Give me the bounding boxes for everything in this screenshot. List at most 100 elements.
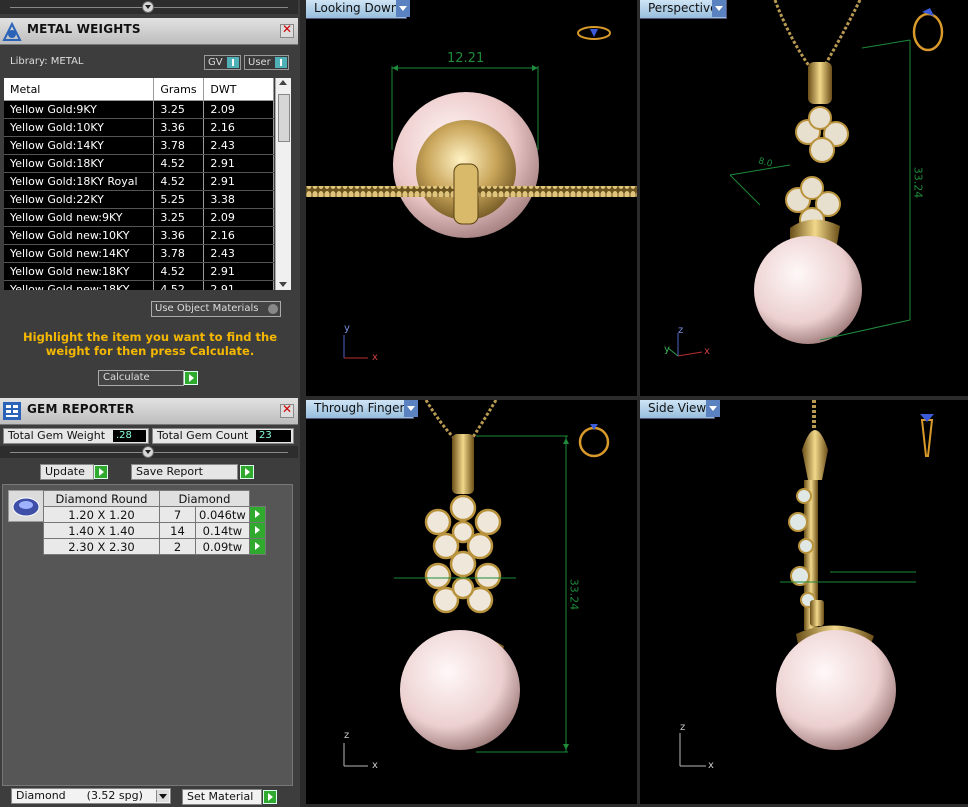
- gem-size: 1.40 X 1.40: [43, 522, 160, 539]
- gem-count: 7: [159, 506, 196, 523]
- axis-x-label: x: [704, 346, 710, 357]
- metal-grams: 3.78: [153, 244, 205, 263]
- metals-table-header: Metal Grams DWT: [4, 78, 274, 101]
- gem-size: 1.20 X 1.20: [43, 506, 160, 523]
- gem-row-go-button[interactable]: [248, 506, 266, 523]
- scroll-down-icon[interactable]: [279, 282, 287, 287]
- update-button[interactable]: [94, 465, 108, 479]
- gem-thumbnail[interactable]: [8, 490, 44, 522]
- metal-grams: 3.36: [153, 226, 205, 245]
- metal-dwt: 2.91: [203, 172, 274, 191]
- radio-icon: [268, 304, 278, 314]
- metal-dwt: 2.91: [203, 280, 274, 290]
- dimension-label: 33.24: [567, 578, 581, 611]
- column-header-metal[interactable]: Metal: [4, 78, 155, 101]
- viewport-menu-arrow[interactable]: [712, 0, 726, 17]
- user-label: User: [248, 57, 271, 68]
- dimension-label: 33.24: [911, 166, 925, 199]
- viewport-tab-side-view[interactable]: Side View: [640, 400, 716, 419]
- scroll-thumb[interactable]: [278, 94, 290, 142]
- gem-row[interactable]: 1.40 X 1.40 14 0.14tw: [43, 522, 266, 539]
- metal-dwt: 2.16: [203, 226, 274, 245]
- viewport-menu-arrow[interactable]: [404, 400, 418, 417]
- axis-x-label: x: [372, 760, 378, 771]
- metal-name: Yellow Gold:18KY: [4, 154, 155, 173]
- collapse-knob[interactable]: [142, 446, 154, 458]
- update-field[interactable]: Update: [40, 464, 94, 480]
- metal-weight-icon: [2, 21, 22, 41]
- metal-row[interactable]: Yellow Gold new:18KY... 4.52 2.91: [4, 280, 274, 290]
- viewport-label: Through Finger: [314, 401, 405, 415]
- diamond-round-icon: [12, 497, 40, 517]
- metal-dwt: 2.91: [203, 262, 274, 281]
- metal-row[interactable]: Yellow Gold new:9KY 3.25 2.09: [4, 208, 274, 227]
- material-select-value: Diamond (3.52 spg): [16, 789, 143, 802]
- metal-row[interactable]: Yellow Gold:22KY 5.25 3.38: [4, 190, 274, 209]
- ring-orientation-icon: [577, 26, 611, 40]
- metal-dwt: 2.91: [203, 154, 274, 173]
- gv-toggle[interactable]: GV: [204, 55, 241, 70]
- collapse-knob[interactable]: [142, 1, 154, 13]
- scroll-up-icon[interactable]: [279, 80, 287, 85]
- use-object-materials-toggle[interactable]: Use Object Materials: [151, 301, 281, 317]
- calculate-field[interactable]: Calculate: [98, 370, 184, 386]
- gem-reporter-title: GEM REPORTER: [27, 402, 135, 416]
- metal-name: Yellow Gold new:18KY: [4, 262, 155, 281]
- column-header-dwt[interactable]: DWT: [203, 78, 274, 101]
- metal-row[interactable]: Yellow Gold new:14KY 3.78 2.43: [4, 244, 274, 263]
- column-header-grams[interactable]: Grams: [153, 78, 205, 101]
- gem-reporter-header: GEM REPORTER ✕: [0, 398, 298, 425]
- close-gem-reporter-button[interactable]: ✕: [280, 402, 294, 418]
- calculate-button[interactable]: [184, 371, 198, 385]
- viewport-perspective[interactable]: Perspective 33.24 8.0 z x y: [640, 0, 968, 396]
- gem-weight: 0.14tw: [195, 522, 250, 539]
- viewport-menu-arrow[interactable]: [706, 400, 720, 417]
- viewport-through-finger[interactable]: Through Finger 33.24 z x: [306, 400, 637, 804]
- viewport-looking-down[interactable]: Looking Down 12.21 y x: [306, 0, 637, 396]
- metals-table: Metal Grams DWT Yellow Gold:9KY 3.25 2.09 Y…: [4, 78, 274, 290]
- gem-list-area: Diamond Round Diamond 1.20 X 1.20 7 0.046t…: [2, 484, 293, 786]
- save-report-button[interactable]: [240, 465, 254, 479]
- material-select[interactable]: Diamond (3.52 spg): [11, 788, 171, 804]
- gem-table-header: Diamond Round Diamond: [43, 490, 266, 507]
- metal-grams: 4.52: [153, 172, 205, 191]
- gem-row[interactable]: 2.30 X 2.30 2 0.09tw: [43, 538, 266, 555]
- viewport-tab-looking-down[interactable]: Looking Down: [306, 0, 408, 19]
- gem-table: Diamond Round Diamond 1.20 X 1.20 7 0.046t…: [43, 490, 266, 555]
- axis-y-label: y: [344, 323, 350, 334]
- metal-row[interactable]: Yellow Gold:14KY 3.78 2.43: [4, 136, 274, 155]
- close-icon: ✕: [281, 402, 293, 416]
- metal-row[interactable]: Yellow Gold new:10KY 3.36 2.16: [4, 226, 274, 245]
- play-icon: [254, 510, 260, 518]
- panel-splitter[interactable]: [0, 0, 298, 14]
- metal-row[interactable]: Yellow Gold:18KY Royal 4.52 2.91: [4, 172, 274, 191]
- metal-row[interactable]: Yellow Gold new:18KY 4.52 2.91: [4, 262, 274, 281]
- user-toggle[interactable]: User: [244, 55, 289, 70]
- total-gem-count-value: 23: [256, 430, 291, 442]
- metal-row[interactable]: Yellow Gold:10KY 3.36 2.16: [4, 118, 274, 137]
- set-material-button[interactable]: [263, 790, 277, 804]
- total-gem-weight-label: Total Gem Weight: [8, 429, 106, 442]
- metal-grams: 4.52: [153, 262, 205, 281]
- close-metal-weights-button[interactable]: ✕: [280, 22, 294, 38]
- metal-dwt: 2.16: [203, 118, 274, 137]
- dropdown-arrow-icon[interactable]: [156, 790, 169, 802]
- close-icon: ✕: [281, 22, 293, 36]
- metal-row[interactable]: Yellow Gold:9KY 3.25 2.09: [4, 100, 274, 119]
- viewport-tab-through-finger[interactable]: Through Finger: [306, 400, 414, 419]
- metals-scrollbar[interactable]: [275, 78, 291, 290]
- metal-row[interactable]: Yellow Gold:18KY 4.52 2.91: [4, 154, 274, 173]
- gem-row-go-button[interactable]: [248, 538, 266, 555]
- set-material-field[interactable]: Set Material: [182, 789, 262, 805]
- viewport-side-view[interactable]: Side View z x: [640, 400, 968, 804]
- calculate-hint: Highlight the item you want to find the …: [23, 330, 277, 358]
- gem-row[interactable]: 1.20 X 1.20 7 0.046tw: [43, 506, 266, 523]
- metal-weights-header: METAL WEIGHTS ✕: [0, 18, 298, 45]
- play-icon: [254, 526, 260, 534]
- save-report-field[interactable]: Save Report: [131, 464, 238, 480]
- gem-splitter[interactable]: [0, 446, 298, 458]
- metal-grams: 3.25: [153, 100, 205, 119]
- metal-name: Yellow Gold:9KY: [4, 100, 155, 119]
- viewport-menu-arrow[interactable]: [396, 0, 410, 17]
- gem-row-go-button[interactable]: [248, 522, 266, 539]
